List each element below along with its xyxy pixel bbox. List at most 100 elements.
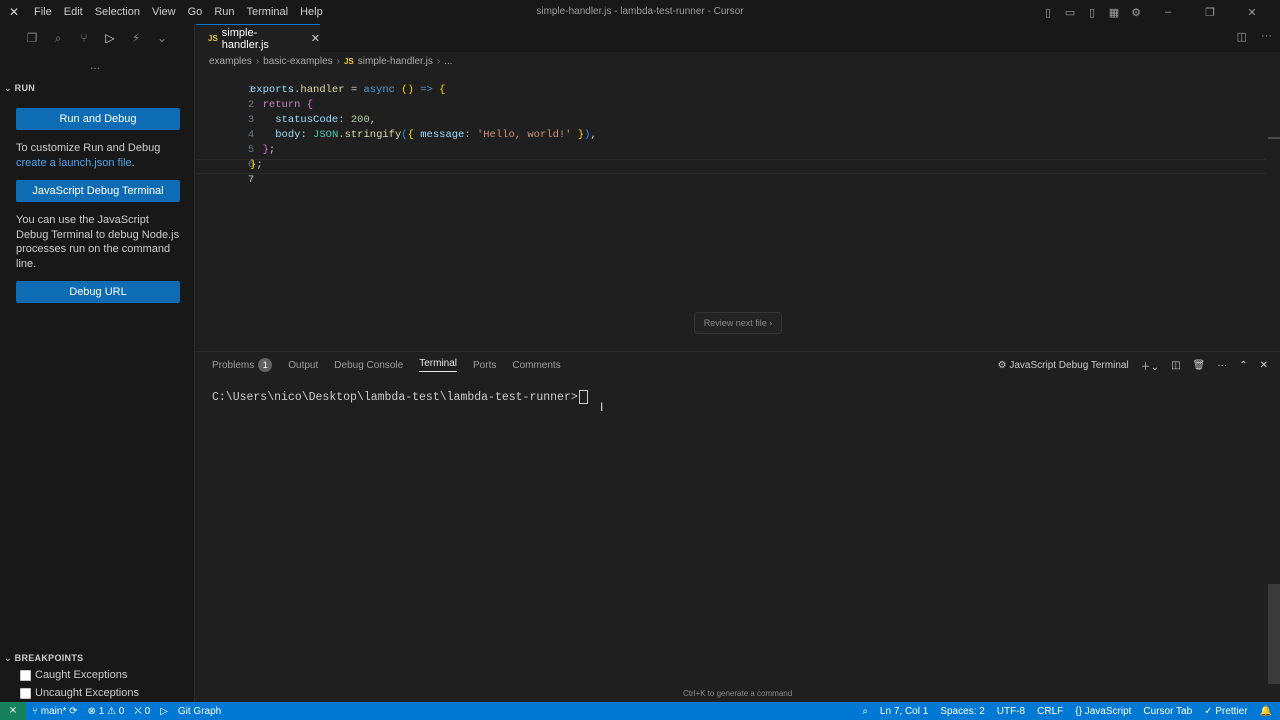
braces-icon: {} [1075,705,1082,717]
code-line: 7 [196,158,254,186]
status-left: ⑂ main* ⟳ ⊗ 1 ⚠ 0 ⛌ 0 ▷ Git Graph [32,702,221,720]
menu-help[interactable]: Help [294,6,329,18]
breakpoints-title: BREAKPOINTS [14,653,84,663]
split-editor-icon[interactable]: ◫ [1237,30,1247,43]
check-icon: ✓ [1204,705,1213,717]
debug-gear-icon: ⚙ [997,360,1007,371]
encoding[interactable]: UTF-8 [997,706,1025,717]
menu-view[interactable]: View [146,6,182,18]
menu-terminal[interactable]: Terminal [241,6,295,18]
remote-indicator-icon[interactable]: ⨯ [0,702,26,720]
panel-tabs: Problems 1 Output Debug Console Terminal … [212,358,577,372]
language-mode[interactable]: {} JavaScript [1075,706,1131,717]
extensions-icon[interactable]: ⚡ [128,30,144,46]
branch-item[interactable]: ⑂ main* ⟳ [32,706,78,717]
ports-item[interactable]: ⛌ 0 [134,706,150,717]
sync-icon[interactable]: ⟳ [69,706,77,717]
cursor-position[interactable]: Ln 7, Col 1 [880,706,928,717]
zoom-icon[interactable]: ⌕ [862,706,868,717]
trash-icon[interactable]: 🗑 [1193,360,1206,371]
toggle-secondary-sidebar-icon[interactable]: ▯ [1082,6,1102,19]
more-icon[interactable]: ··· [1261,30,1272,43]
menu-file[interactable]: File [28,6,58,18]
prettier-item[interactable]: ✓ Prettier [1204,706,1247,717]
settings-gear-icon[interactable]: ⚙ [1126,6,1146,19]
line-number: 7 [247,174,255,186]
minimize-icon[interactable]: – [1148,6,1188,18]
menu-selection[interactable]: Selection [89,6,146,18]
close-icon[interactable]: ✕ [311,32,320,45]
warning-count: 0 [118,705,125,717]
code-line: 6}; [196,143,263,171]
close-window-icon[interactable]: ✕ [1232,6,1272,19]
chevron-right-icon: › [769,318,773,328]
tab-debug-console[interactable]: Debug Console [334,360,403,371]
menu-edit[interactable]: Edit [58,6,89,18]
tab-output[interactable]: Output [288,360,318,371]
toggle-panel-icon[interactable]: ▭ [1060,6,1080,19]
indentation[interactable]: Spaces: 2 [940,706,984,717]
caught-exceptions-checkbox[interactable] [20,669,31,681]
scrollbar-marker [1268,137,1280,139]
terminal-selector[interactable]: ⚙ JavaScript Debug Terminal [998,360,1129,371]
ports-icon: ⛌ [134,705,142,717]
terminal-scrollbar[interactable] [1268,584,1280,684]
tab-comments[interactable]: Comments [512,360,560,371]
review-next-file-label: Review next file [703,318,767,328]
tab-ports[interactable]: Ports [473,360,496,371]
terminal-name: JavaScript Debug Terminal [1009,360,1129,371]
problems-item[interactable]: ⊗ 1 ⚠ 0 [88,706,125,717]
debug-url-button[interactable]: Debug URL [16,281,180,303]
code-line: 1 exports.handler = async () => { [196,68,446,96]
caught-exceptions-label: Caught Exceptions [35,669,128,681]
menu-go[interactable]: Go [182,6,209,18]
run-and-debug-button[interactable]: Run and Debug [16,108,180,130]
search-icon[interactable]: ⌕ [50,30,66,46]
uncaught-exceptions-checkbox[interactable] [20,687,31,699]
more-icon[interactable]: ··· [1217,360,1227,371]
chevron-down-icon[interactable]: ⌄ [154,30,170,46]
customize-layout-icon[interactable]: ▦ [1104,6,1124,19]
language-label: JavaScript [1084,705,1132,717]
breakpoint-uncaught-exceptions[interactable]: Uncaught Exceptions [20,687,139,699]
cursor-tab-item[interactable]: Cursor Tab [1143,706,1192,717]
close-panel-icon[interactable]: ✕ [1260,360,1268,371]
breadcrumb-examples[interactable]: examples [209,56,252,67]
split-terminal-icon[interactable]: ◫ [1171,360,1180,371]
breadcrumb-basic-examples[interactable]: basic-examples [263,56,332,67]
breadcrumb: examples › basic-examples › JS simple-ha… [209,54,453,68]
source-control-icon[interactable]: ⑂ [76,30,92,46]
title-bar: ✕ simple-handler.js - lambda-test-runner… [0,0,1280,24]
js-debug-description: You can use the JavaScript Debug Termina… [16,214,180,270]
explorer-icon[interactable]: ❐ [24,30,40,46]
code-line: 2 return { [196,83,313,111]
status-bar: ⨯ ⑂ main* ⟳ ⊗ 1 ⚠ 0 ⛌ 0 ▷ Git Graph ⌕ Ln… [0,702,1280,720]
tab-simple-handler[interactable]: JS simple-handler.js ✕ [196,24,320,52]
run-section-header[interactable]: ⌄ RUN [4,83,35,94]
restore-icon[interactable]: ❐ [1190,6,1230,19]
breadcrumb-more[interactable]: ... [444,56,452,67]
tab-problems[interactable]: Problems 1 [212,358,273,372]
code-editor[interactable]: 1 exports.handler = async () => { 2 retur… [196,68,1280,350]
more-actions-icon[interactable]: ... [90,58,100,72]
customize-text: To customize Run and Debug create a laun… [16,141,181,170]
maximize-panel-icon[interactable]: ⌃ [1239,360,1247,371]
prompt-text: C:\Users\nico\Desktop\lambda-test\lambda… [212,391,578,405]
line-ending[interactable]: CRLF [1037,706,1063,717]
breakpoints-header[interactable]: ⌄ BREAKPOINTS [4,653,83,664]
toggle-sidebar-icon[interactable]: ▯ [1038,6,1058,19]
run-debug-icon[interactable]: ▷ [102,30,118,46]
menu-run[interactable]: Run [208,6,240,18]
breakpoint-caught-exceptions[interactable]: Caught Exceptions [20,669,127,681]
create-launch-json-link[interactable]: create a launch.json file [16,157,132,169]
review-next-file-button[interactable]: Review next file › [694,312,782,334]
javascript-debug-terminal-button[interactable]: JavaScript Debug Terminal [16,180,180,202]
branch-icon: ⑂ [32,705,38,717]
git-graph-item[interactable]: Git Graph [178,706,221,717]
new-terminal-icon[interactable]: ＋⌄ [1141,358,1159,373]
bell-icon[interactable]: 🔔 [1260,706,1272,717]
terminal-prompt[interactable]: C:\Users\nico\Desktop\lambda-test\lambda… [212,390,588,404]
tab-terminal[interactable]: Terminal [419,358,458,372]
debug-icon[interactable]: ▷ [160,706,168,717]
breadcrumb-file[interactable]: simple-handler.js [358,56,433,67]
